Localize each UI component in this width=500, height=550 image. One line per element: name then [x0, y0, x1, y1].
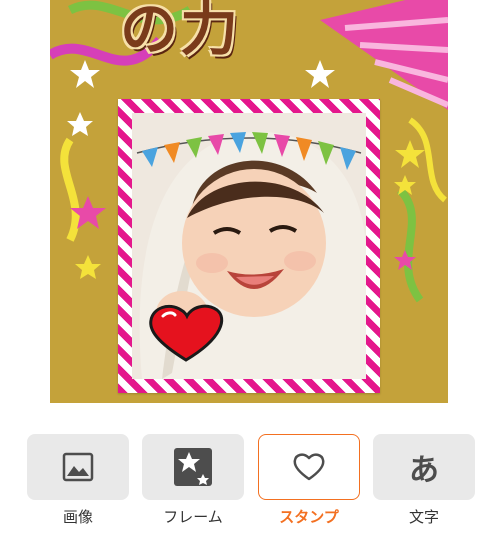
image-button[interactable] — [27, 434, 129, 500]
stamp-label: スタンプ — [279, 508, 339, 526]
text-tool[interactable]: あ 文字 — [372, 434, 476, 527]
image-tool[interactable]: 画像 — [26, 434, 130, 527]
star-decoration — [70, 60, 100, 88]
hiragana-a-icon: あ — [409, 453, 439, 488]
heart-sticker[interactable] — [147, 302, 225, 364]
text-label: 文字 — [408, 508, 439, 526]
star-decoration — [395, 140, 425, 168]
frame-icon — [174, 448, 212, 486]
editor-canvas[interactable]: の力 — [50, 0, 448, 403]
image-icon — [62, 452, 94, 482]
stamp-tool[interactable]: スタンプ — [257, 434, 361, 527]
frame-button[interactable] — [142, 434, 244, 500]
heart-icon — [293, 453, 325, 481]
frame-label: フレーム — [163, 508, 223, 526]
title-text-sticker[interactable]: の力 — [120, 0, 240, 66]
star-decoration — [75, 255, 101, 279]
image-label: 画像 — [62, 508, 93, 526]
frame-tool[interactable]: フレーム — [141, 434, 245, 527]
stamp-button[interactable] — [258, 434, 360, 500]
star-decoration — [305, 60, 335, 88]
star-decoration — [67, 112, 93, 136]
bottom-toolbar: 画像 フレーム スタンプ あ 文字 — [0, 403, 500, 550]
text-button[interactable]: あ — [373, 434, 475, 500]
